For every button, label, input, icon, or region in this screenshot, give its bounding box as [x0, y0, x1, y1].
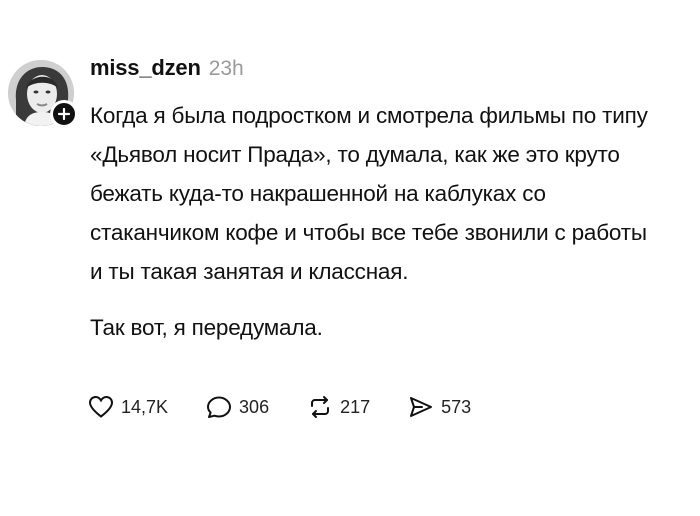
username[interactable]: miss_dzen: [90, 55, 201, 81]
reply-button[interactable]: 306: [206, 395, 269, 419]
like-count: 14,7K: [121, 396, 169, 417]
post-card: miss_dzen 23h Когда я была подростком и …: [0, 0, 700, 516]
post-paragraph: Так вот, я передумала.: [90, 315, 323, 340]
send-icon: [410, 397, 433, 417]
plus-icon: [58, 108, 70, 120]
like-button[interactable]: 14,7K: [88, 395, 168, 419]
repost-button[interactable]: 217: [307, 395, 370, 419]
avatar-container[interactable]: [8, 60, 78, 128]
post-actions: 14,7K 306 217 573: [88, 392, 509, 422]
share-button[interactable]: 573: [408, 395, 471, 419]
repost-icon: [311, 396, 330, 418]
comment-icon: [207, 396, 232, 418]
share-count: 573: [441, 396, 472, 417]
heart-icon: [88, 395, 114, 418]
post-paragraph: Когда я была подростком и смотрела фильм…: [90, 103, 648, 284]
follow-button[interactable]: [50, 100, 78, 128]
post-body: Когда я была подростком и смотрела фильм…: [90, 96, 665, 347]
reply-count: 306: [239, 396, 270, 417]
post-header: miss_dzen 23h: [90, 55, 244, 85]
post-time: 23h: [208, 57, 244, 80]
repost-count: 217: [340, 396, 371, 417]
